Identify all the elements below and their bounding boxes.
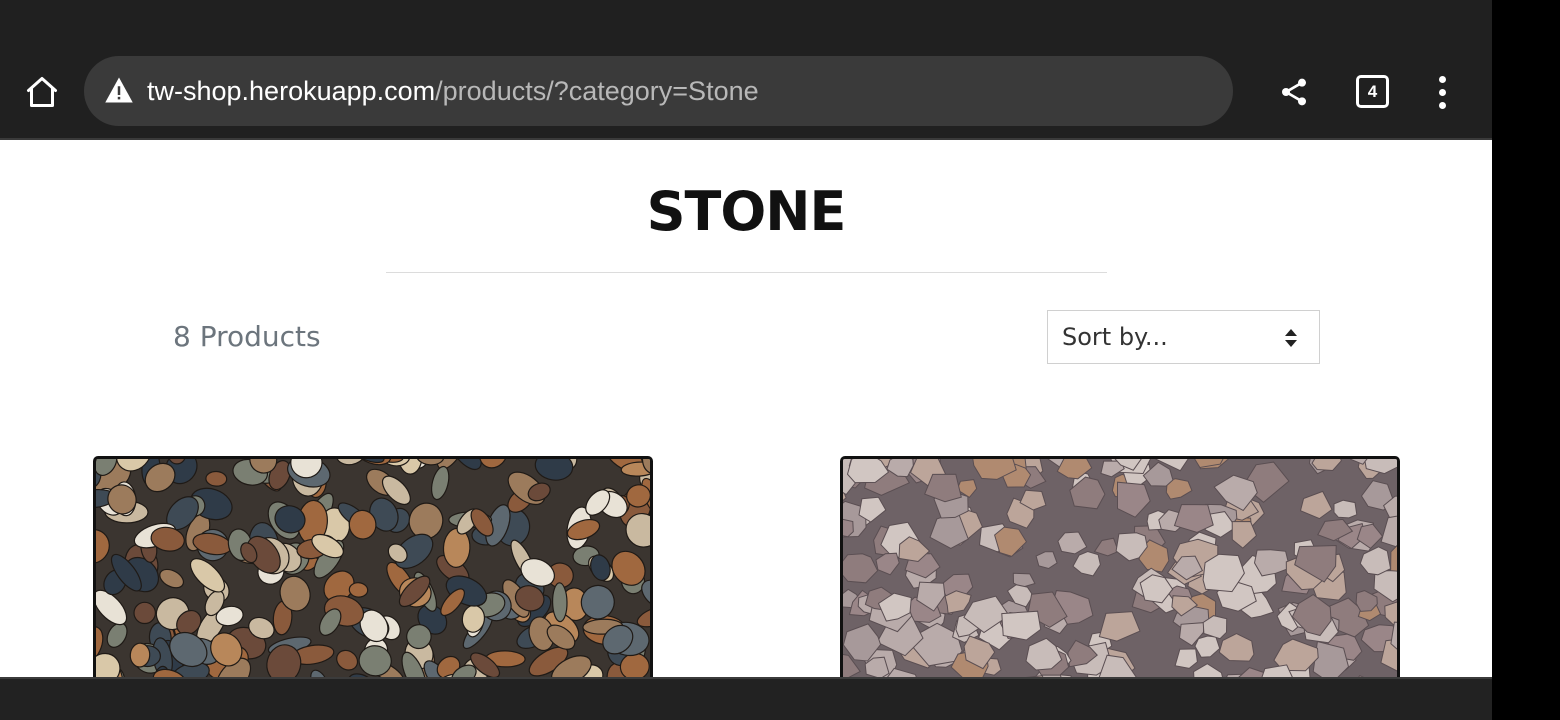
url-path: /products/?category=Stone <box>435 76 759 106</box>
home-icon <box>27 77 57 107</box>
browser-screen: tw-shop.herokuapp.com/products/?category… <box>0 0 1492 720</box>
tab-count: 4 <box>1367 81 1378 101</box>
system-nav-bar <box>0 677 1492 720</box>
sort-arrows-icon <box>1285 329 1297 347</box>
product-card[interactable] <box>840 456 1400 696</box>
title-divider <box>386 272 1107 273</box>
browser-toolbar: tw-shop.herokuapp.com/products/?category… <box>0 42 1492 140</box>
status-bar <box>0 0 1492 42</box>
warning-icon <box>105 77 133 103</box>
product-card[interactable] <box>93 456 653 696</box>
tabs-button[interactable]: 4 <box>1356 75 1389 108</box>
screen-edge <box>1492 0 1560 720</box>
more-menu-button[interactable] <box>1424 70 1460 114</box>
home-button[interactable] <box>18 70 66 114</box>
gravel-image <box>843 459 1397 693</box>
sort-selected-value: Sort by... <box>1062 323 1168 351</box>
url-text: tw-shop.herokuapp.com/products/?category… <box>147 74 759 108</box>
product-count: 8 Products <box>173 320 321 353</box>
page-title: STONE <box>646 180 847 243</box>
share-button[interactable] <box>1272 70 1316 114</box>
address-bar[interactable]: tw-shop.herokuapp.com/products/?category… <box>84 56 1233 126</box>
pebbles-image <box>96 459 650 693</box>
sort-select[interactable]: Sort by... <box>1047 310 1320 364</box>
more-vert-icon-dot <box>1438 101 1446 109</box>
more-vert-icon-dot <box>1438 88 1446 96</box>
share-icon <box>1282 78 1306 106</box>
url-host: tw-shop.herokuapp.com <box>147 76 436 106</box>
more-vert-icon <box>1438 75 1446 83</box>
